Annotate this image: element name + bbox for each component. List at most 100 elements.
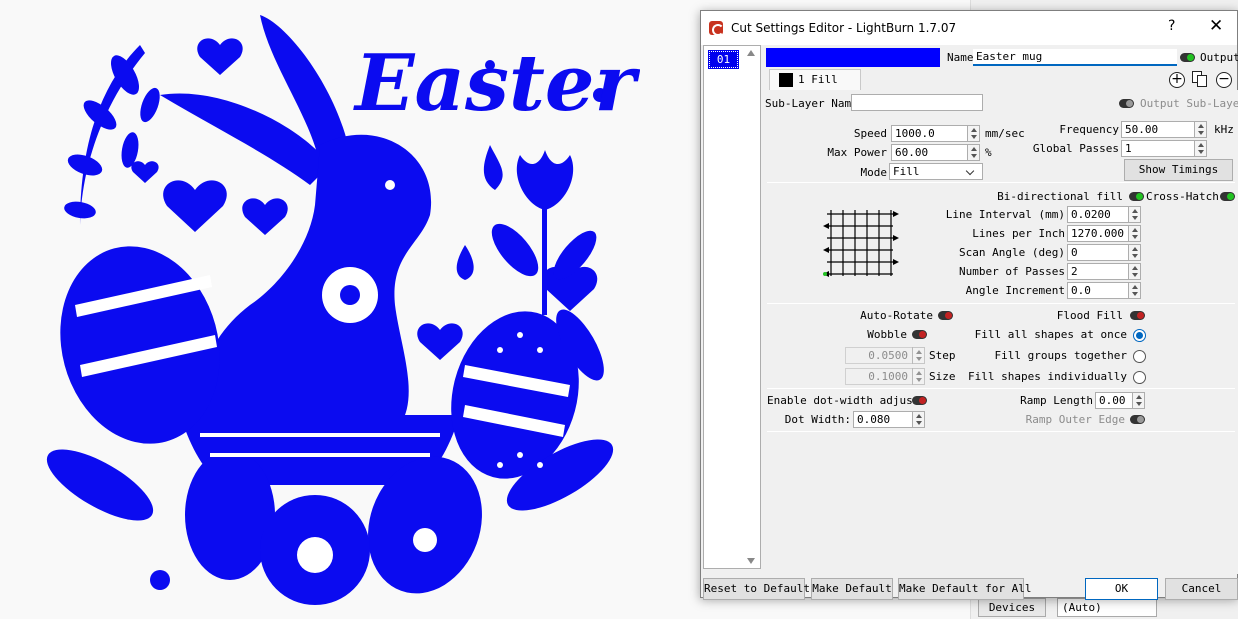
frequency-unit: kHz xyxy=(1214,123,1234,136)
output-sublayer-label: Output Sub-Layer xyxy=(1140,97,1238,110)
wobble-step-spinner[interactable] xyxy=(912,347,925,364)
frequency-spinner[interactable] xyxy=(1194,121,1207,138)
design-canvas[interactable]: Easter xyxy=(0,0,700,619)
wobble-label: Wobble xyxy=(867,328,907,341)
scan-angle-input[interactable]: 0 xyxy=(1067,244,1129,261)
add-sublayer-icon[interactable]: + xyxy=(1169,72,1185,88)
global-passes-input[interactable]: 1 xyxy=(1121,140,1195,157)
lines-per-inch-input[interactable]: 1270.000 xyxy=(1067,225,1129,242)
tab-fill-label: 1 Fill xyxy=(798,73,838,86)
line-interval-spinner[interactable] xyxy=(1128,206,1141,223)
speed-label: Speed xyxy=(853,127,887,140)
ok-button[interactable]: OK xyxy=(1085,578,1158,600)
speed-spinner[interactable] xyxy=(967,125,980,142)
cancel-button[interactable]: Cancel xyxy=(1165,578,1238,600)
wobble-size-input[interactable]: 0.1000 xyxy=(845,368,913,385)
bidirectional-fill-label: Bi-directional fill xyxy=(997,190,1123,203)
cut-settings-dialog: Cut Settings Editor - LightBurn 1.7.07 ?… xyxy=(700,10,1238,600)
layer-item-01[interactable]: 01 xyxy=(708,50,739,69)
number-of-passes-label: Number of Passes xyxy=(959,265,1065,278)
ramp-outer-edge-toggle[interactable] xyxy=(1130,415,1145,424)
easter-bunny-artwork: Easter xyxy=(46,15,640,605)
angle-increment-label: Angle Increment xyxy=(965,284,1065,297)
max-power-input[interactable]: 60.00 xyxy=(891,144,968,161)
fill-groups-radio[interactable] xyxy=(1133,350,1146,363)
wobble-size-spinner[interactable] xyxy=(912,368,925,385)
sublayer-name-input[interactable] xyxy=(851,94,983,111)
divider xyxy=(767,182,1235,183)
window-title: Cut Settings Editor - LightBurn 1.7.07 xyxy=(731,21,957,35)
line-interval-label: Line Interval (mm) xyxy=(945,208,1065,221)
ramp-length-spinner[interactable] xyxy=(1132,392,1145,409)
divider xyxy=(767,431,1235,432)
line-interval-input[interactable]: 0.0200 xyxy=(1067,206,1129,223)
angle-increment-spinner[interactable] xyxy=(1128,282,1141,299)
auto-rotate-toggle[interactable] xyxy=(938,311,953,320)
auto-rotate-label: Auto-Rotate xyxy=(860,309,933,322)
angle-increment-input[interactable]: 0.0 xyxy=(1067,282,1129,299)
dot-width-label: Dot Width: xyxy=(784,413,851,426)
global-passes-label: Global Passes xyxy=(1032,142,1119,155)
fill-individually-radio[interactable] xyxy=(1133,371,1146,384)
wobble-step-input[interactable]: 0.0500 xyxy=(845,347,913,364)
frequency-label: Frequency xyxy=(1059,123,1119,136)
fill-all-radio[interactable] xyxy=(1133,329,1146,342)
scan-angle-spinner[interactable] xyxy=(1128,244,1141,261)
crosshatch-toggle[interactable] xyxy=(1220,192,1235,201)
copy-sublayer-icon[interactable] xyxy=(1192,71,1208,88)
lightburn-icon xyxy=(709,21,724,36)
output-sublayer-toggle[interactable] xyxy=(1119,99,1134,108)
fill-color-swatch xyxy=(779,73,793,87)
artwork-title: Easter xyxy=(353,38,640,129)
fill-all-label: Fill all shapes at once xyxy=(974,328,1127,341)
dot-width-input[interactable]: 0.080 xyxy=(853,411,913,428)
remove-sublayer-icon[interactable]: − xyxy=(1216,72,1232,88)
speed-input[interactable]: 1000.0 xyxy=(891,125,968,142)
title-bar: Cut Settings Editor - LightBurn 1.7.07 ?… xyxy=(701,11,1237,45)
devices-button[interactable]: Devices xyxy=(978,598,1046,617)
show-timings-button[interactable]: Show Timings xyxy=(1124,159,1233,181)
ramp-length-label: Ramp Length xyxy=(1020,394,1093,407)
dot-width-spinner[interactable] xyxy=(912,411,925,428)
make-default-for-all-button[interactable]: Make Default for All xyxy=(898,578,1031,600)
name-label: Name xyxy=(947,51,974,64)
max-power-unit: % xyxy=(985,146,992,159)
ramp-outer-edge-label: Ramp Outer Edge xyxy=(1025,413,1125,426)
crosshatch-label: Cross-Hatch xyxy=(1146,190,1219,203)
layer-list[interactable]: 01 xyxy=(703,45,761,569)
reset-to-default-button[interactable]: Reset to Default xyxy=(703,578,810,600)
make-default-button[interactable]: Make Default xyxy=(811,578,893,600)
dot-width-adjust-toggle[interactable] xyxy=(912,396,927,405)
max-power-spinner[interactable] xyxy=(967,144,980,161)
help-icon[interactable]: ? xyxy=(1168,18,1175,34)
max-power-label: Max Power xyxy=(827,146,887,159)
lines-per-inch-spinner[interactable] xyxy=(1128,225,1141,242)
divider xyxy=(767,388,1235,389)
scan-angle-label: Scan Angle (deg) xyxy=(959,246,1065,259)
layer-color-swatch[interactable] xyxy=(766,48,940,67)
flood-fill-toggle[interactable] xyxy=(1130,311,1145,320)
scroll-down-icon[interactable] xyxy=(747,558,755,564)
lines-per-inch-label: Lines per Inch xyxy=(972,227,1065,240)
flood-fill-label: Flood Fill xyxy=(1056,309,1123,322)
close-icon[interactable]: ✕ xyxy=(1209,16,1223,36)
scroll-up-icon[interactable] xyxy=(747,50,755,56)
devices-select[interactable]: (Auto) xyxy=(1057,598,1157,617)
number-of-passes-spinner[interactable] xyxy=(1128,263,1141,280)
bidirectional-fill-toggle[interactable] xyxy=(1129,192,1144,201)
divider xyxy=(767,303,1235,304)
number-of-passes-input[interactable]: 2 xyxy=(1067,263,1129,280)
tab-fill[interactable]: 1 Fill xyxy=(769,69,861,90)
fill-individually-label: Fill shapes individually xyxy=(968,370,1127,383)
output-toggle[interactable] xyxy=(1180,53,1195,62)
fill-settings-panel: Sub-Layer Name Output Sub-Layer Speed 10… xyxy=(763,90,1238,574)
fill-pattern-preview-icon xyxy=(823,210,899,277)
name-input[interactable]: Easter mug xyxy=(973,49,1177,66)
fill-groups-label: Fill groups together xyxy=(994,349,1127,362)
wobble-toggle[interactable] xyxy=(912,330,927,339)
ramp-length-input[interactable]: 0.00 xyxy=(1095,392,1133,409)
global-passes-spinner[interactable] xyxy=(1194,140,1207,157)
frequency-input[interactable]: 50.00 xyxy=(1121,121,1195,138)
dot-width-adjust-label: Enable dot-width adjust xyxy=(767,394,920,407)
sublayer-name-label: Sub-Layer Name xyxy=(765,97,858,110)
